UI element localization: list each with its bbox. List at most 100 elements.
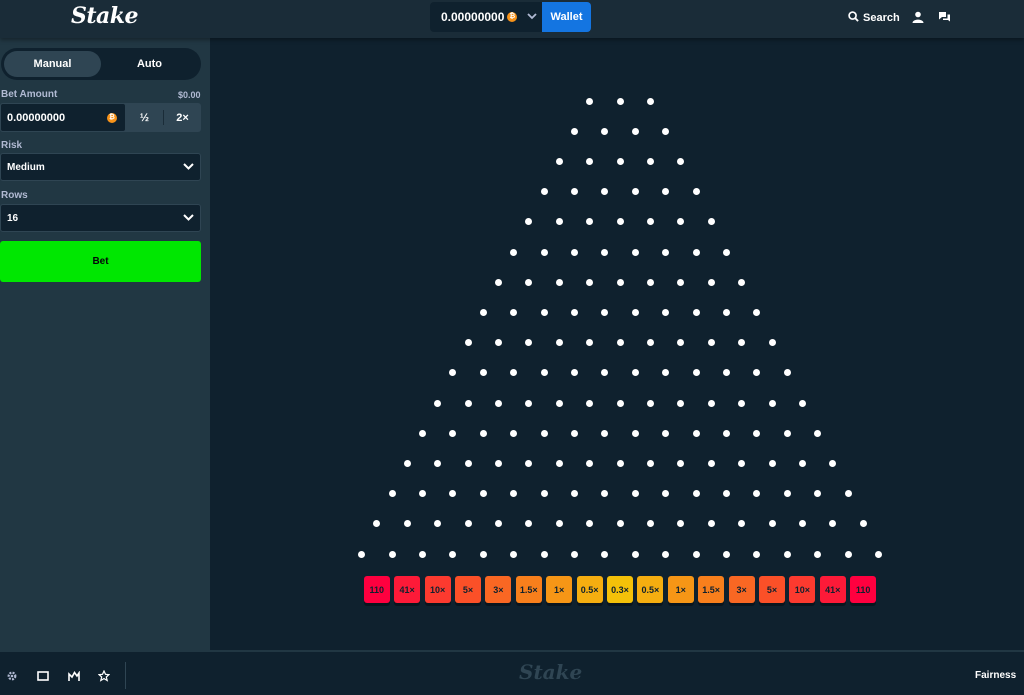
multiplier-slot: 41× [394,576,421,603]
peg [753,369,761,377]
peg [586,459,594,467]
peg [601,188,609,196]
half-bet-button[interactable]: ½ [126,103,163,132]
rows-select[interactable]: 16 [0,204,201,232]
peg [540,550,548,558]
balance-selector[interactable]: 0.00000000 ₿ [430,2,542,32]
peg [555,157,563,165]
peg [510,248,518,256]
balance-value: 0.00000000 [441,10,505,24]
favorite-icon[interactable] [97,669,111,683]
peg [692,369,700,377]
peg [768,399,776,407]
peg [601,369,609,377]
peg [722,429,730,437]
peg [570,248,578,256]
peg [555,459,563,467]
peg [707,520,715,528]
peg [601,550,609,558]
user-icon[interactable] [911,10,925,24]
bet-amount-group: 0.00000000 ₿ ½ 2× [0,103,201,132]
peg [631,490,639,498]
peg [510,429,518,437]
peg [814,429,822,437]
peg [403,459,411,467]
peg [616,218,624,226]
peg [555,399,563,407]
peg [525,218,533,226]
chevron-down-icon [183,213,194,224]
peg [829,459,837,467]
peg [525,520,533,528]
footer-bar: Stake Fairness [0,650,1024,695]
settings-icon[interactable] [5,669,19,683]
peg [525,459,533,467]
peg [707,339,715,347]
peg [707,278,715,286]
double-bet-button[interactable]: 2× [164,103,201,132]
peg [540,429,548,437]
tab-manual[interactable]: Manual [4,51,101,77]
peg [494,399,502,407]
search-label: Search [863,12,900,24]
peg [616,278,624,286]
fairness-link[interactable]: Fairness [975,670,1016,681]
peg [449,490,457,498]
peg [874,550,882,558]
peg [510,550,518,558]
stake-logo[interactable]: Stake [71,3,139,29]
peg [586,157,594,165]
chevron-down-icon [527,12,538,22]
peg [540,369,548,377]
peg [662,127,670,135]
peg [859,520,867,528]
peg [768,459,776,467]
peg [494,520,502,528]
peg [722,308,730,316]
risk-select[interactable]: Medium [0,153,201,181]
peg [707,218,715,226]
multiplier-slot: 1× [546,576,573,603]
peg [373,520,381,528]
peg [631,127,639,135]
peg [646,97,654,105]
peg [570,550,578,558]
peg [586,278,594,286]
search-button[interactable]: Search [848,11,900,25]
chevron-down-icon [183,162,194,173]
peg [662,550,670,558]
peg [662,490,670,498]
tab-auto[interactable]: Auto [101,51,198,77]
bet-button[interactable]: Bet [0,241,201,282]
peg [403,520,411,528]
peg [662,369,670,377]
peg [616,97,624,105]
multiplier-slot: 1.5× [698,576,725,603]
peg [738,459,746,467]
peg [677,339,685,347]
multiplier-slot: 1× [667,576,694,603]
peg [692,429,700,437]
peg [662,248,670,256]
peg [434,459,442,467]
peg [738,520,746,528]
peg [662,308,670,316]
peg [510,369,518,377]
peg [677,520,685,528]
peg [722,550,730,558]
footer-divider [125,662,126,689]
chat-icon[interactable] [937,10,951,24]
peg [479,369,487,377]
wallet-button[interactable]: Wallet [542,2,591,32]
peg [631,429,639,437]
bet-amount-input[interactable]: 0.00000000 ₿ [0,103,126,132]
multiplier-slot: 0.5× [637,576,664,603]
control-panel: Manual Auto Bet Amount $0.00 0.00000000 … [0,38,210,650]
peg [798,399,806,407]
theatre-mode-icon[interactable] [36,669,50,683]
live-stats-icon[interactable] [67,669,81,683]
peg [601,248,609,256]
peg [570,369,578,377]
peg [662,429,670,437]
peg [783,490,791,498]
